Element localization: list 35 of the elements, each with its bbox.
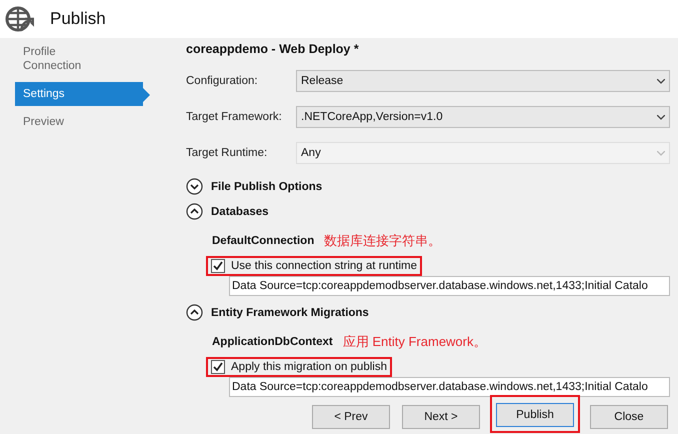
collapse-icon[interactable] [186, 203, 203, 220]
dropdown[interactable]: .NETCoreApp,Version=v1.0 [296, 106, 670, 128]
globe-icon [4, 4, 34, 34]
section-title: Databases [211, 206, 269, 218]
dialog-button[interactable]: Close [590, 405, 668, 429]
collapse-icon[interactable] [186, 304, 203, 321]
dialog-button[interactable]: Publish [496, 403, 574, 427]
dialog-button[interactable]: Next > [402, 405, 480, 429]
caret-icon [657, 78, 665, 84]
sidebar-item[interactable]: Profile [15, 46, 143, 60]
dropdown[interactable]: Release [296, 70, 670, 92]
field-label: Target Framework: [186, 111, 283, 123]
field-label: Configuration: [186, 75, 259, 87]
section-title: Entity Framework Migrations [211, 306, 369, 318]
expand-icon[interactable] [186, 178, 203, 195]
field-label: Target Runtime: [186, 147, 268, 159]
caret-icon [657, 114, 665, 120]
section-title: File Publish Options [211, 180, 322, 192]
checkbox-label[interactable]: Apply this migration on publish [231, 361, 387, 373]
annotation-text: 应用 Entity Framework。 [342, 333, 486, 351]
dialog-button[interactable]: < Prev [312, 405, 390, 429]
checkbox-label[interactable]: Use this connection string at runtime [231, 260, 418, 272]
checkbox[interactable] [211, 259, 225, 273]
connection-string-field[interactable]: Data Source=tcp:coreappdemodbserver.database.windows.net,1433;Initial Catalo [229, 276, 670, 296]
profile-heading: coreappdemo - Web Deploy * [186, 42, 360, 56]
window-title: Publish [50, 9, 106, 29]
connection-name: ApplicationDbContext [212, 336, 333, 348]
annotation-text: 数据库连接字符串。 [324, 232, 442, 250]
sidebar-item[interactable]: Settings [15, 82, 150, 106]
checkbox[interactable] [211, 360, 225, 374]
connection-string-field[interactable]: Data Source=tcp:coreappdemodbserver.database.windows.net,1433;Initial Catalo [229, 377, 670, 397]
sidebar-item[interactable]: Preview [15, 116, 143, 130]
connection-name: DefaultConnection [212, 235, 314, 247]
caret-icon [657, 150, 665, 156]
sidebar-item[interactable]: Connection [15, 60, 143, 74]
